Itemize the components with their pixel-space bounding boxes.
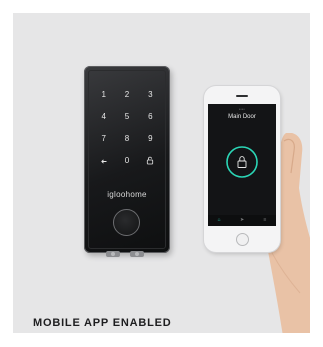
home-icon[interactable]: ⌂ bbox=[218, 218, 221, 223]
product-card: 1 2 3 4 5 6 7 8 9 0 igloohome •••• Main … bbox=[13, 13, 310, 333]
app-screen: •••• Main Door ⌂ ➤ ≡ bbox=[208, 104, 276, 226]
back-arrow-icon bbox=[92, 156, 115, 166]
smartphone: •••• Main Door ⌂ ➤ ≡ bbox=[204, 86, 280, 252]
settings-icon[interactable]: ≡ bbox=[263, 218, 266, 223]
smart-lock: 1 2 3 4 5 6 7 8 9 0 igloohome bbox=[84, 66, 170, 257]
keypad-key: 1 bbox=[101, 90, 106, 99]
lock-icon bbox=[237, 160, 247, 168]
caption: MOBILE APP ENABLED bbox=[33, 317, 172, 329]
screw bbox=[111, 252, 115, 256]
keypad-key: 9 bbox=[148, 134, 153, 143]
keypad-key: 2 bbox=[124, 90, 130, 99]
keypad-key: 7 bbox=[101, 134, 106, 143]
keypad-key: 6 bbox=[148, 112, 153, 121]
phone-speaker bbox=[236, 95, 248, 97]
brand-logo: igloohome bbox=[107, 190, 147, 199]
phone-home-button bbox=[236, 233, 249, 246]
lock-keypad: 1 2 3 4 5 6 7 8 9 0 bbox=[92, 90, 162, 166]
app-tab-bar: ⌂ ➤ ≡ bbox=[208, 215, 276, 226]
send-icon[interactable]: ➤ bbox=[240, 218, 244, 223]
keypad-key: 8 bbox=[124, 134, 130, 143]
keypad-key: 3 bbox=[148, 90, 153, 99]
keypad-key: 5 bbox=[124, 112, 130, 121]
keypad-key: 0 bbox=[124, 156, 130, 165]
fingerprint-sensor bbox=[113, 209, 140, 236]
keypad-key: 4 bbox=[101, 112, 106, 121]
screw bbox=[135, 252, 139, 256]
unlock-button[interactable] bbox=[225, 145, 259, 179]
unlock-icon bbox=[139, 156, 162, 166]
status-text: •••• bbox=[238, 107, 246, 111]
door-name-label: Main Door bbox=[228, 114, 256, 120]
